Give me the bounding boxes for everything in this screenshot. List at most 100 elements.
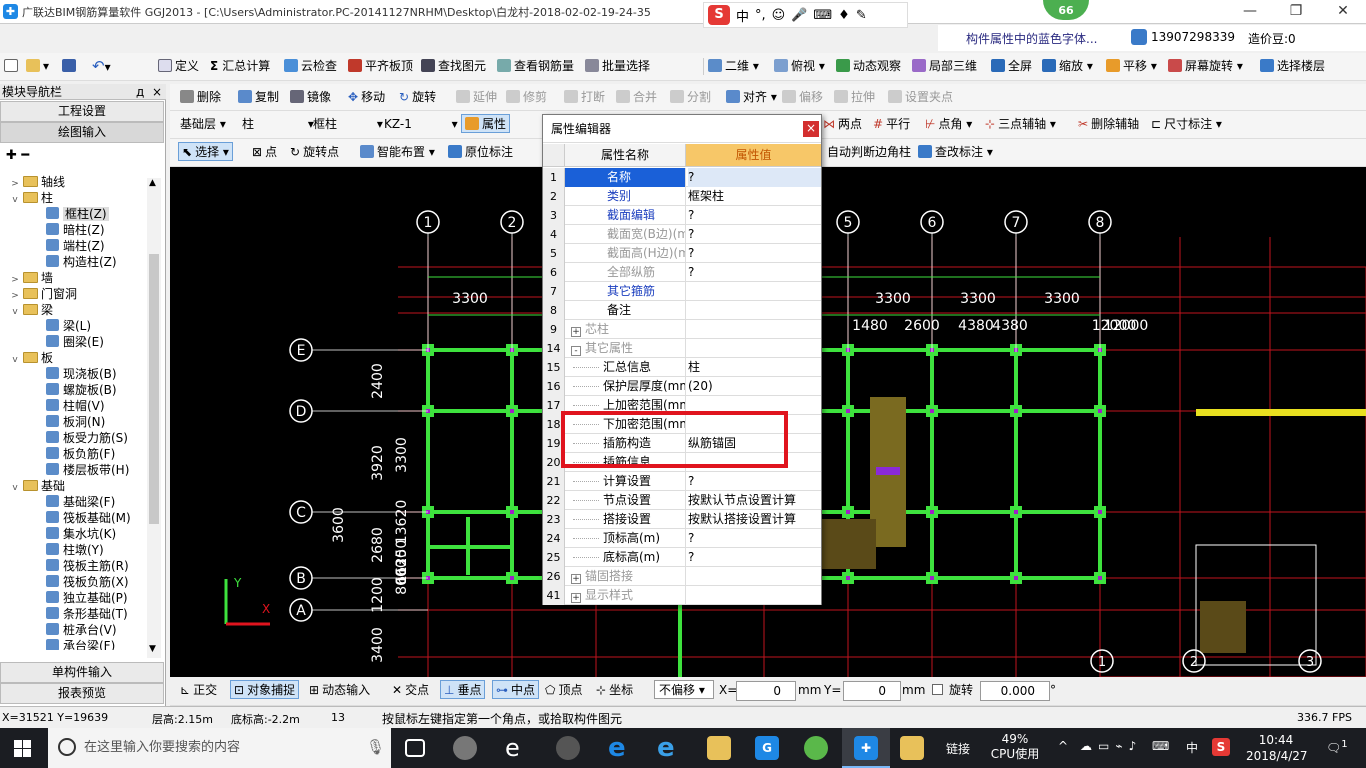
find-element-button[interactable]: 查找图元 <box>421 57 486 76</box>
vertex-button[interactable]: ⬠ 顶点 <box>545 681 582 700</box>
tree-item[interactable]: 板负筋(F) <box>46 446 115 462</box>
sogou-tray-icon[interactable]: S <box>1212 738 1230 756</box>
edge-legacy-icon[interactable]: e <box>505 736 529 760</box>
rotate-button[interactable]: ↻ 旋转 <box>399 88 436 107</box>
tree-item[interactable]: v 基础 <box>10 478 65 494</box>
report-preview-button[interactable]: 报表预览 <box>0 683 164 704</box>
tree-item[interactable]: 筏板主筋(R) <box>46 558 129 574</box>
select-button[interactable]: ⬉ 选择 ▾ <box>178 142 233 161</box>
dimension-button[interactable]: ⊏ 尺寸标注 ▾ <box>1151 115 1222 134</box>
tree-item[interactable]: 端柱(Z) <box>46 238 105 254</box>
yellow-beam[interactable] <box>1196 409 1366 416</box>
delete-button[interactable]: 删除 <box>180 88 221 107</box>
expand-icon[interactable]: + <box>571 574 581 584</box>
property-row[interactable]: 1 名称? <box>543 168 821 187</box>
expand-icon[interactable]: - <box>571 346 581 356</box>
tree-item[interactable]: 承台梁(F) <box>46 638 115 650</box>
x-input[interactable]: 0 <box>736 681 796 701</box>
save-icon[interactable] <box>62 57 79 76</box>
tree-item[interactable]: v板 <box>10 350 53 366</box>
wrench-icon[interactable]: ✎ <box>856 8 867 23</box>
property-value[interactable]: ? <box>688 206 821 225</box>
ime-punct[interactable]: °, <box>755 8 766 23</box>
tree-item[interactable]: 板洞(N) <box>46 414 105 430</box>
tree-item[interactable]: 暗柱(Z) <box>46 222 105 238</box>
local-3d-button[interactable]: 局部三维 <box>912 57 977 76</box>
copy-button[interactable]: 复制 <box>238 88 279 107</box>
property-row[interactable]: 41 + 显示样式 <box>543 586 821 605</box>
coord-button[interactable]: ⊹ 坐标 <box>596 681 633 700</box>
property-value[interactable]: ? <box>688 263 821 282</box>
mirror-button[interactable]: 镜像 <box>290 88 331 107</box>
app-icon[interactable] <box>556 736 580 760</box>
tree-toggle-icon[interactable]: v <box>10 304 20 320</box>
trim-button[interactable]: 修剪 <box>506 88 547 107</box>
element-select[interactable]: KZ-1 ▾ <box>384 115 458 134</box>
tree-item[interactable]: > 轴线 <box>10 174 65 190</box>
intersection-button[interactable]: ✕ 交点 <box>392 681 429 700</box>
auto-corner-button[interactable]: 自动判断边角柱 <box>827 143 911 162</box>
editor-close-button[interactable]: × <box>803 121 819 137</box>
property-row[interactable]: 23 搭接设置 按默认搭接设置计算 <box>543 510 821 529</box>
tree-item[interactable]: 螺旋板(B) <box>46 382 117 398</box>
tree-item[interactable]: 筏板负筋(X) <box>46 574 129 590</box>
calc-button[interactable]: Σ 汇总计算 <box>210 57 270 76</box>
property-row[interactable]: 3 截面编辑? <box>543 206 821 225</box>
scroll-thumb[interactable] <box>149 254 159 524</box>
offset-select[interactable]: 不偏移 ▾ <box>654 680 714 699</box>
expand-all-icon[interactable]: ✚ ━ <box>6 148 29 163</box>
file-explorer-icon[interactable] <box>707 736 731 760</box>
property-row[interactable]: 9 + 芯柱 <box>543 320 821 339</box>
tray-chevron-icon[interactable]: ^ <box>1058 739 1068 753</box>
property-value[interactable] <box>688 301 821 320</box>
delete-axis-button[interactable]: ✂ 删除辅轴 <box>1078 115 1139 134</box>
tree-item[interactable]: 板受力筋(S) <box>46 430 128 446</box>
move-button[interactable]: ✥ 移动 <box>348 88 385 107</box>
property-row[interactable]: 14- 其它属性 <box>543 339 821 358</box>
tree-item[interactable]: 筏板基础(M) <box>46 510 131 526</box>
property-value[interactable]: ? <box>688 472 821 491</box>
property-row[interactable]: 21 计算设置? <box>543 472 821 491</box>
ime-lang[interactable]: 中 <box>736 6 749 25</box>
align-button[interactable]: 对齐 ▾ <box>726 88 777 107</box>
keyboard-icon[interactable]: ⌨ <box>1152 739 1169 753</box>
rotate-screen-button[interactable]: 屏幕旋转 ▾ <box>1168 57 1243 76</box>
notes-icon[interactable] <box>900 736 924 760</box>
point-button[interactable]: ⊠ 点 <box>252 143 277 162</box>
tree-item[interactable]: 柱墩(Y) <box>46 542 104 558</box>
rotate-point-button[interactable]: ↻ 旋转点 <box>290 143 339 162</box>
view-rebar-button[interactable]: 查看钢筋量 <box>497 57 574 76</box>
property-row[interactable]: 7 其它箍筋 <box>543 282 821 301</box>
property-value[interactable]: ? <box>688 244 821 263</box>
top-view-button[interactable]: 俯视 ▾ <box>774 57 825 76</box>
tray-link[interactable]: 链接 <box>946 740 970 757</box>
tree-item[interactable]: 桩承台(V) <box>46 622 117 638</box>
property-value[interactable] <box>688 320 821 339</box>
property-value[interactable] <box>688 567 821 586</box>
property-row[interactable]: 4 截面宽(B边)(mm)? <box>543 225 821 244</box>
two-point-button[interactable]: ⋈ 两点 <box>823 115 862 134</box>
property-row[interactable]: 22 节点设置 按默认节点设置计算 <box>543 491 821 510</box>
minimize-button[interactable]: — <box>1227 0 1273 24</box>
tree-item[interactable]: v梁 <box>10 302 53 318</box>
property-value[interactable]: (20) <box>688 377 821 396</box>
property-row[interactable]: 25 底标高(m)? <box>543 548 821 567</box>
mic-icon[interactable]: 🎤 <box>791 8 807 23</box>
smart-place-button[interactable]: 智能布置 ▾ <box>360 143 435 162</box>
break-button[interactable]: 打断 <box>564 88 605 107</box>
attr-button[interactable]: 属性 <box>461 114 511 133</box>
ime-toolbar[interactable]: S 中 °, ☺ 🎤 ⌨ ♦ ✎ <box>703 2 908 28</box>
property-value[interactable]: 框架柱 <box>688 187 821 206</box>
hint-link[interactable]: 构件属性中的蓝色字体... <box>966 30 1097 47</box>
property-value[interactable]: ? <box>688 529 821 548</box>
360-icon[interactable] <box>804 736 828 760</box>
property-value[interactable]: ? <box>688 548 821 567</box>
parallel-button[interactable]: # 平行 <box>873 115 910 134</box>
tree-item[interactable]: v柱 <box>10 190 53 206</box>
expand-icon[interactable]: + <box>571 327 581 337</box>
tree-scrollbar[interactable]: ▲ ▼ <box>147 178 161 658</box>
notification-icon[interactable]: 🗨1 <box>1326 739 1348 755</box>
purple-marker[interactable] <box>876 467 900 475</box>
zoom-button[interactable]: 缩放 ▾ <box>1042 57 1093 76</box>
2d-button[interactable]: 二维 ▾ <box>708 57 759 76</box>
